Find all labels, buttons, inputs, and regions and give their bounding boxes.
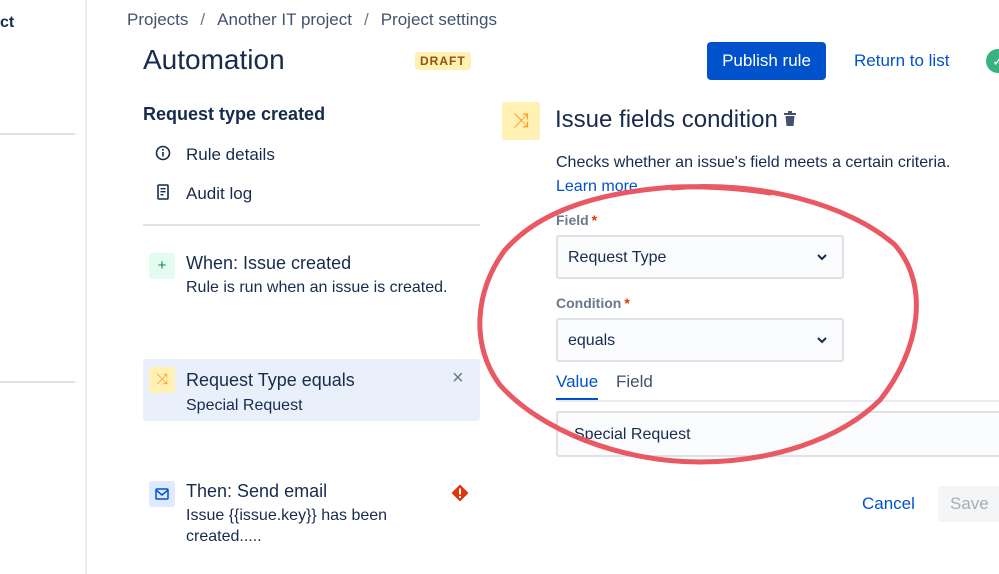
value-input[interactable]: Special Request bbox=[556, 411, 999, 457]
component-subtitle: Special Request bbox=[186, 397, 303, 414]
document-icon bbox=[153, 184, 173, 204]
component-trigger[interactable]: + When: Issue created Rule is run when a… bbox=[143, 253, 480, 305]
sidebar-project-name[interactable]: ct bbox=[0, 14, 14, 32]
tab-divider bbox=[556, 400, 999, 402]
learn-more-link[interactable]: Learn more. bbox=[556, 178, 642, 196]
component-action[interactable]: Then: Send email Issue {{issue.key}} has… bbox=[143, 481, 480, 553]
sidebar-divider bbox=[0, 133, 75, 135]
component-subtitle: Rule is run when an issue is created. bbox=[186, 279, 448, 296]
component-subtitle: Issue {{issue.key}} has been created....… bbox=[186, 507, 388, 545]
info-icon bbox=[153, 145, 173, 165]
divider bbox=[143, 224, 480, 226]
page-title: Automation bbox=[143, 44, 285, 75]
field-label-text: Field bbox=[556, 212, 589, 228]
component-title: When: Issue created bbox=[186, 253, 352, 273]
component-condition[interactable]: ⤨ Request Type equals Special Request × bbox=[143, 359, 480, 421]
breadcrumb: Projects / Another IT project / Project sett… bbox=[127, 10, 497, 29]
field-label: Field * bbox=[556, 212, 598, 228]
breadcrumb-project[interactable]: Another IT project bbox=[217, 10, 352, 29]
condition-select-value: equals bbox=[568, 332, 616, 349]
nav-rule-details-label: Rule details bbox=[186, 145, 275, 164]
nav-rule-details[interactable]: Rule details bbox=[153, 145, 275, 165]
nav-audit-log[interactable]: Audit log bbox=[153, 184, 252, 204]
left-sidebar: ct bbox=[0, 0, 87, 574]
cancel-button[interactable]: Cancel bbox=[862, 494, 915, 514]
breadcrumb-projects[interactable]: Projects bbox=[127, 10, 188, 29]
close-icon[interactable]: × bbox=[452, 367, 464, 390]
publish-rule-button[interactable]: Publish rule bbox=[707, 42, 826, 80]
error-icon bbox=[450, 483, 470, 508]
panel-description: Checks whether an issue's field meets a … bbox=[556, 154, 951, 171]
mail-icon bbox=[149, 481, 175, 507]
shuffle-icon: ⤨ bbox=[149, 367, 175, 393]
tab-field[interactable]: Field bbox=[616, 372, 653, 392]
tab-value[interactable]: Value bbox=[556, 372, 599, 401]
field-select[interactable]: Request Type bbox=[556, 235, 844, 279]
shuffle-icon: ⤨ bbox=[502, 102, 540, 140]
return-to-list-link[interactable]: Return to list bbox=[854, 51, 949, 71]
chevron-down-icon bbox=[816, 330, 828, 353]
plus-icon: + bbox=[149, 253, 175, 279]
sidebar-divider bbox=[0, 381, 75, 383]
save-button[interactable]: Save bbox=[938, 486, 999, 522]
nav-audit-log-label: Audit log bbox=[186, 184, 253, 203]
condition-label: Condition * bbox=[556, 295, 630, 311]
value-input-text: Special Request bbox=[574, 426, 691, 443]
chevron-down-icon bbox=[816, 247, 828, 270]
condition-select[interactable]: equals bbox=[556, 318, 844, 362]
check-icon: ✓ bbox=[986, 49, 999, 73]
component-title: Request Type equals bbox=[186, 370, 355, 390]
rule-name: Request type created bbox=[143, 104, 326, 124]
field-select-value: Request Type bbox=[568, 249, 667, 266]
trash-icon[interactable] bbox=[782, 110, 798, 133]
breadcrumb-project-settings[interactable]: Project settings bbox=[381, 10, 497, 29]
status-badge: DRAFT bbox=[415, 52, 471, 70]
component-title: Then: Send email bbox=[186, 481, 328, 501]
panel-title: Issue fields condition bbox=[555, 106, 778, 133]
condition-label-text: Condition bbox=[556, 295, 622, 311]
